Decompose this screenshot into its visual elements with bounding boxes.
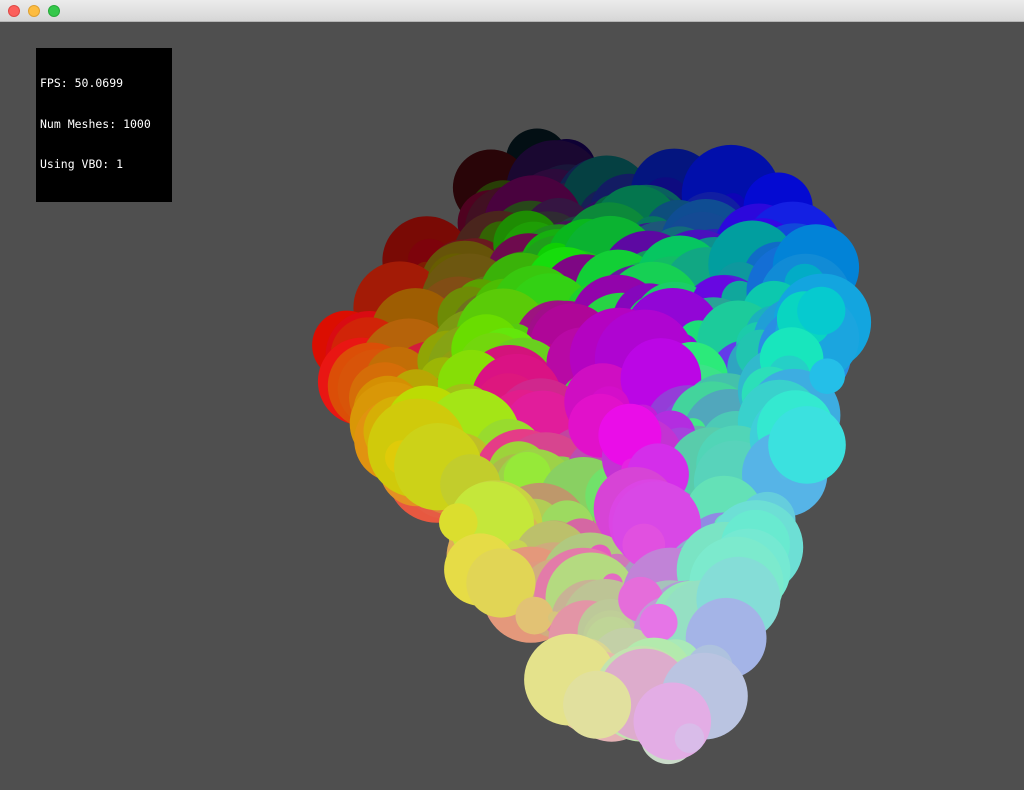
mesh-sphere — [674, 723, 705, 753]
mesh-sphere — [563, 670, 632, 739]
vbo-readout: Using VBO: 1 — [40, 157, 124, 171]
mesh-sphere — [809, 358, 845, 395]
mesh-sphere — [797, 286, 846, 335]
stats-overlay: FPS: 50.0699 Num Meshes: 1000 Using VBO:… — [36, 48, 172, 202]
render-viewport[interactable]: FPS: 50.0699 Num Meshes: 1000 Using VBO:… — [0, 22, 1024, 790]
fps-readout: FPS: 50.0699 — [40, 76, 124, 90]
mesh-sphere — [515, 596, 554, 635]
zoom-button[interactable] — [48, 5, 60, 17]
title-bar[interactable] — [0, 0, 1024, 22]
num-meshes-readout: Num Meshes: 1000 — [40, 116, 151, 131]
mesh-sphere — [639, 603, 678, 642]
app-window: FPS: 50.0699 Num Meshes: 1000 Using VBO:… — [0, 0, 1024, 790]
minimize-button[interactable] — [28, 5, 40, 17]
close-button[interactable] — [8, 5, 20, 17]
mesh-sphere — [768, 406, 846, 484]
